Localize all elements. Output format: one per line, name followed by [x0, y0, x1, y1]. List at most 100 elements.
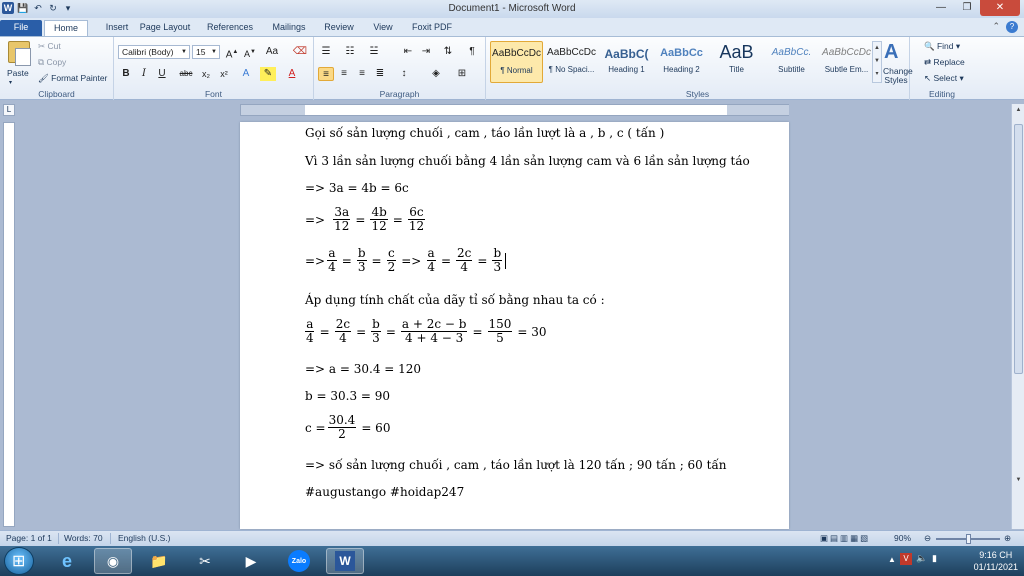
equals-sign: = [371, 253, 382, 268]
font-color-icon[interactable]: A [284, 67, 300, 81]
bullets-icon[interactable]: ☰ [318, 45, 334, 59]
document-page[interactable]: Gọi số sản lượng chuối , cam , táo lần l… [240, 122, 789, 529]
tab-page-layout[interactable]: Page Layout [138, 20, 192, 36]
align-right-icon[interactable]: ≡ [354, 67, 370, 81]
close-button[interactable]: ✕ [980, 0, 1020, 16]
multilevel-list-icon[interactable]: ☱ [366, 45, 382, 59]
select-button[interactable]: ↖ Select ▾ [924, 73, 964, 84]
minimize-button[interactable]: — [928, 0, 954, 16]
subscript-icon[interactable]: x₂ [198, 67, 214, 81]
copy-button[interactable]: ⧉ Copy [38, 57, 66, 68]
minimize-ribbon-icon[interactable]: ⌃ [992, 21, 1000, 32]
font-size-combo[interactable]: 15 ▼ [192, 45, 220, 59]
font-name-combo[interactable]: Calibri (Body) ▼ [118, 45, 190, 59]
tab-selector[interactable]: L [3, 104, 15, 116]
decrease-indent-icon[interactable]: ⇤ [400, 45, 416, 59]
vertical-ruler[interactable] [3, 122, 15, 527]
zoom-slider-knob[interactable] [966, 534, 971, 544]
line-spacing-icon[interactable]: ↕ [396, 67, 412, 81]
page-count[interactable]: Page: 1 of 1 [6, 533, 52, 543]
borders-icon[interactable]: ⊞ [454, 67, 470, 81]
tab-references[interactable]: References [202, 20, 258, 36]
clock[interactable]: 9:16 CH 01/11/2021 [974, 549, 1018, 573]
word-taskbar-icon[interactable]: W [326, 548, 364, 574]
paste-button[interactable]: Paste [7, 68, 29, 78]
format-painter-button[interactable]: 🖌 Format Painter [38, 73, 107, 84]
cut-button[interactable]: ✂ Cut [38, 41, 61, 52]
change-styles-icon[interactable]: A [884, 41, 898, 64]
zoom-slider[interactable] [936, 534, 1000, 544]
equation-prefix: c = [305, 420, 326, 435]
select-label: Select [933, 73, 958, 83]
italic-icon[interactable]: I [136, 67, 152, 81]
denominator: 4 [328, 260, 336, 274]
justify-icon[interactable]: ≣ [372, 67, 388, 81]
help-icon[interactable]: ? [1006, 21, 1018, 33]
bold-icon[interactable]: B [118, 67, 134, 81]
snipping-tool-icon[interactable]: ✂ [186, 548, 224, 574]
style-no-spacing[interactable]: AaBbCcDc ¶ No Spaci... [545, 41, 598, 83]
tab-insert[interactable]: Insert [92, 20, 142, 36]
paste-dropdown-icon[interactable]: ▾ [9, 79, 12, 86]
shading-icon[interactable]: ◈ [428, 67, 444, 81]
volume-icon[interactable]: 🔈 [916, 553, 927, 564]
maximize-button[interactable]: ❐ [954, 0, 980, 16]
word-count[interactable]: Words: 70 [64, 533, 103, 543]
file-explorer-icon[interactable]: 📁 [140, 548, 178, 574]
grow-font-icon[interactable]: A▲ [224, 45, 240, 60]
antivirus-icon[interactable]: V [900, 553, 912, 565]
view-buttons[interactable]: ▣▤▥▦▧ [820, 533, 870, 544]
style-title[interactable]: AaB Title [710, 41, 763, 83]
numbering-icon[interactable]: ☷ [342, 45, 358, 59]
align-center-icon[interactable]: ≡ [336, 67, 352, 81]
find-button[interactable]: 🔍 Find ▾ [924, 41, 960, 52]
tab-home[interactable]: Home [44, 20, 88, 36]
internet-explorer-icon[interactable]: e [48, 548, 86, 574]
style-heading-2[interactable]: AaBbCc Heading 2 [655, 41, 708, 83]
vertical-scrollbar[interactable]: ▲ ▼ [1011, 104, 1024, 529]
implies-symbol: => [401, 253, 422, 268]
scrollbar-thumb[interactable] [1014, 124, 1023, 374]
tab-mailings[interactable]: Mailings [266, 20, 312, 36]
style-subtitle[interactable]: AaBbCc. Subtitle [765, 41, 818, 83]
clear-formatting-icon[interactable]: ⌫ [292, 45, 308, 59]
tab-view[interactable]: View [366, 20, 400, 36]
network-icon[interactable]: ▮ [932, 553, 937, 564]
zoom-out-icon[interactable]: ⊖ [924, 533, 931, 544]
replace-button[interactable]: ⇄ Replace [924, 57, 965, 68]
tab-foxit-pdf[interactable]: Foxit PDF [408, 20, 456, 36]
doc-line: => a = 30.4 = 120 [305, 362, 422, 376]
style-heading-1[interactable]: AaBbC( Heading 1 [600, 41, 653, 83]
zoom-in-icon[interactable]: ⊕ [1004, 533, 1011, 544]
sort-icon[interactable]: ⇅ [440, 45, 456, 59]
style-subtle-emphasis[interactable]: AaBbCcDc Subtle Em... [820, 41, 873, 83]
zoom-level[interactable]: 90% [894, 533, 911, 543]
chrome-icon[interactable]: ◉ [94, 548, 132, 574]
paste-icon[interactable] [8, 41, 31, 66]
scroll-up-icon[interactable]: ▲ [1012, 104, 1024, 116]
superscript-icon[interactable]: x² [216, 67, 232, 81]
align-left-icon[interactable]: ≡ [318, 67, 334, 81]
start-button[interactable] [4, 547, 34, 575]
numerator: 150 [487, 317, 513, 332]
underline-icon[interactable]: U [154, 67, 170, 81]
highlight-icon[interactable]: ✎ [260, 67, 276, 81]
media-player-icon[interactable]: ▶ [232, 548, 270, 574]
shrink-font-icon[interactable]: A▼ [242, 45, 258, 59]
scroll-down-icon[interactable]: ▼ [1012, 474, 1024, 486]
horizontal-ruler[interactable] [240, 104, 789, 116]
denominator: 4 + 4 − 3 [405, 331, 464, 345]
language-indicator[interactable]: English (U.S.) [118, 533, 170, 543]
style-normal[interactable]: AaBbCcDc ¶ Normal [490, 41, 543, 83]
tab-review[interactable]: Review [320, 20, 358, 36]
zalo-icon[interactable]: Zalo [280, 548, 318, 574]
strikethrough-icon[interactable]: abc [178, 67, 194, 81]
tab-file[interactable]: File [0, 20, 42, 36]
show-hidden-icons[interactable]: ▲ [888, 555, 896, 564]
increase-indent-icon[interactable]: ⇥ [418, 45, 434, 59]
change-styles-button[interactable]: Change Styles [883, 67, 913, 85]
change-case-icon[interactable]: Aa [264, 45, 280, 59]
styles-gallery-scroll[interactable]: ▲ ▼ ▾ [872, 41, 882, 83]
show-formatting-icon[interactable]: ¶ [464, 45, 480, 59]
text-effects-icon[interactable]: A [238, 67, 254, 81]
